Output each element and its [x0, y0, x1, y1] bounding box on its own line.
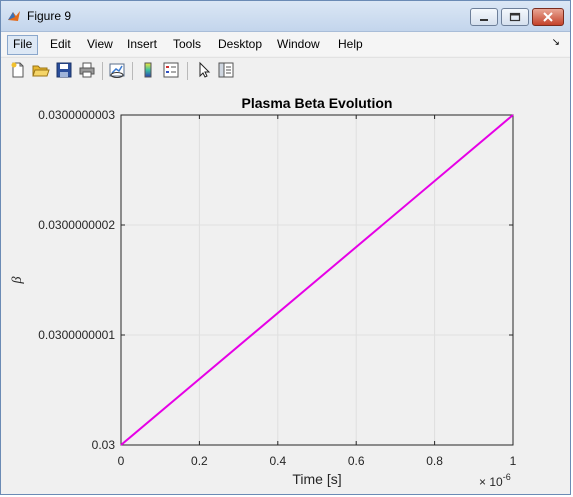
- toolbar-separator: [102, 62, 103, 80]
- menu-tools[interactable]: Tools: [168, 35, 206, 53]
- x-tick-label: 0.2: [191, 454, 208, 468]
- x-exponent-label: × 10-6: [479, 472, 511, 489]
- series-line: [120, 114, 514, 446]
- chart-title: Plasma Beta Evolution: [242, 95, 393, 111]
- x-tick-label: 0.8: [426, 454, 443, 468]
- menu-edit[interactable]: Edit: [45, 35, 76, 53]
- maximize-button[interactable]: [501, 8, 529, 26]
- y-axis-label: β: [10, 276, 25, 284]
- y-tick-label: 0.03: [92, 438, 116, 452]
- close-button[interactable]: [532, 8, 564, 26]
- x-tick-label: 0.4: [269, 454, 286, 468]
- menu-view[interactable]: View: [82, 35, 118, 53]
- y-tick-label: 0.0300000002: [38, 218, 115, 232]
- menu-insert[interactable]: Insert: [122, 35, 162, 53]
- x-tick-label: 0.6: [348, 454, 365, 468]
- colorbar-icon[interactable]: [139, 61, 157, 79]
- x-tick-label: 1: [510, 454, 517, 468]
- y-tick-label: 0.0300000003: [38, 108, 115, 122]
- window-title: Figure 9: [27, 9, 72, 23]
- print-icon[interactable]: [78, 61, 96, 79]
- menu-bar: File Edit View Insert Tools Desktop Wind…: [1, 32, 570, 56]
- minimize-icon: [480, 19, 488, 21]
- maximize-icon: [509, 12, 521, 22]
- property-editor-icon[interactable]: [217, 61, 235, 79]
- title-bar[interactable]: Figure 9: [1, 1, 570, 32]
- menu-desktop[interactable]: Desktop: [213, 35, 267, 53]
- toolbar-separator: [132, 62, 133, 80]
- save-icon[interactable]: [55, 61, 73, 79]
- x-tick-label: 0: [118, 454, 125, 468]
- figure-canvas: 0 0.2 0.4 0.6 0.8 1 0.03 0.0300000001 0.03000000…: [1, 84, 570, 494]
- menu-file[interactable]: File: [7, 35, 39, 55]
- dock-arrow-icon[interactable]: ↘: [552, 37, 560, 48]
- plot-svg: 0 0.2 0.4 0.6 0.8 1 0.03 0.0300000001 0.03000000…: [10, 95, 517, 489]
- y-tick-label: 0.0300000001: [38, 328, 115, 342]
- toolbar-separator: [187, 62, 188, 80]
- link-plot-icon[interactable]: [108, 61, 126, 79]
- matlab-icon: [8, 11, 20, 21]
- pointer-icon[interactable]: [195, 61, 213, 79]
- minimize-button[interactable]: [470, 8, 498, 26]
- open-file-icon[interactable]: [32, 61, 50, 79]
- x-axis-label: Time [s]: [292, 471, 341, 487]
- figure-window: Figure 9 File Edit View Insert Tools Des…: [0, 0, 571, 495]
- new-figure-icon[interactable]: [9, 61, 27, 79]
- menu-window[interactable]: Window: [272, 35, 325, 53]
- legend-icon[interactable]: [162, 61, 180, 79]
- menu-help[interactable]: Help: [333, 35, 368, 53]
- close-icon: [543, 12, 553, 22]
- figure-toolbar: [1, 57, 570, 85]
